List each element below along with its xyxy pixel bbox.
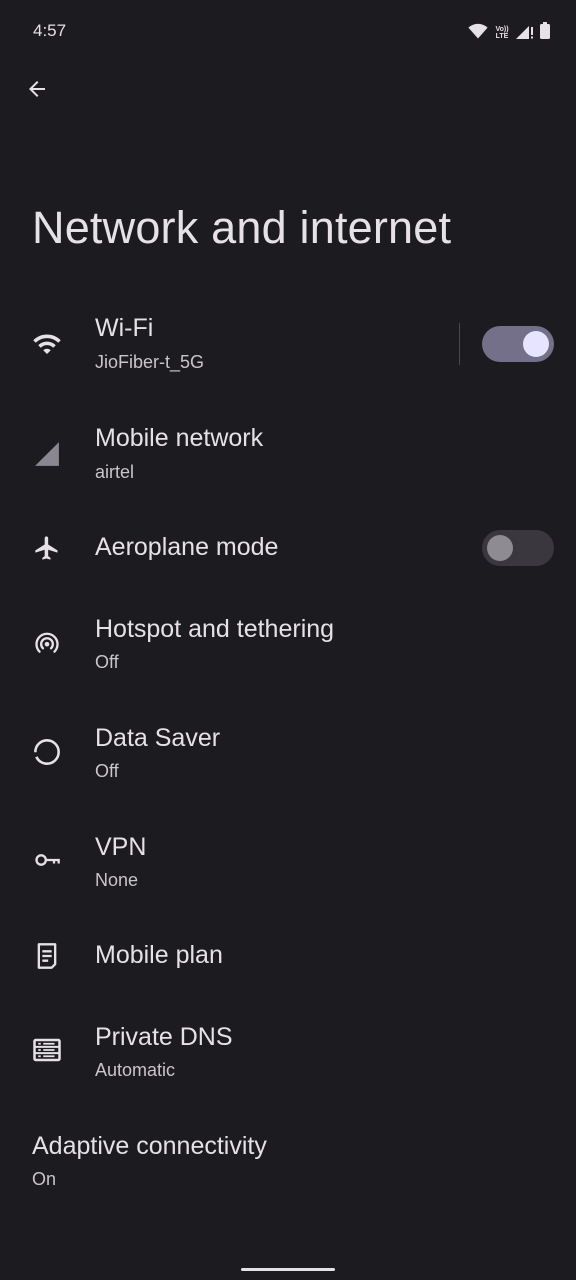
wifi-toggle[interactable] [482, 326, 554, 362]
mobile-plan-title: Mobile plan [95, 941, 223, 969]
volte-bottom-label: LTE [495, 33, 509, 40]
wifi-title: Wi-Fi [95, 314, 154, 342]
adaptive-connectivity-subtitle: On [32, 1169, 57, 1189]
mobile-network-item[interactable]: Mobile network airtel [0, 404, 576, 504]
settings-screen: 4:57 Vo)) LTE Network and internet Wi-Fi… [0, 0, 576, 1280]
vpn-item[interactable]: VPN None [0, 813, 576, 913]
data-saver-item[interactable]: Data Saver Off [0, 704, 576, 804]
wifi-subtitle: JioFiber-t_5G [95, 352, 205, 372]
gesture-nav-handle[interactable] [241, 1268, 335, 1271]
adaptive-connectivity-item[interactable]: Adaptive connectivity On [0, 1112, 576, 1212]
page-title: Network and internet [32, 202, 452, 253]
battery-icon [540, 22, 550, 44]
adaptive-connectivity-title: Adaptive connectivity [32, 1132, 267, 1160]
volte-top-label: Vo)) [495, 26, 509, 33]
private-dns-title: Private DNS [95, 1023, 233, 1051]
back-button[interactable] [20, 74, 54, 108]
aeroplane-mode-title: Aeroplane mode [95, 533, 279, 561]
cell-signal-status-icon [516, 23, 534, 44]
arrow-left-icon [25, 77, 49, 106]
airplane-icon [30, 531, 64, 565]
mobile-network-title: Mobile network [95, 424, 264, 452]
hotspot-title: Hotspot and tethering [95, 615, 335, 643]
vpn-subtitle: None [95, 870, 139, 890]
status-icons: Vo)) LTE [468, 22, 550, 44]
hotspot-item[interactable]: Hotspot and tethering Off [0, 595, 576, 695]
mobile-plan-item[interactable]: Mobile plan [0, 905, 576, 1005]
mobile-network-subtitle: airtel [95, 462, 135, 482]
hotspot-subtitle: Off [95, 652, 119, 672]
signal-icon [30, 437, 64, 471]
status-bar: 4:57 Vo)) LTE [0, 0, 576, 64]
vpn-title: VPN [95, 833, 147, 861]
key-icon [30, 843, 64, 877]
data-saver-icon [30, 735, 64, 769]
receipt-icon [30, 939, 64, 973]
private-dns-subtitle: Automatic [95, 1060, 176, 1080]
aeroplane-toggle-thumb [487, 535, 513, 561]
volte-icon: Vo)) LTE [494, 26, 510, 40]
hotspot-icon [30, 626, 64, 660]
data-saver-subtitle: Off [95, 761, 119, 781]
wifi-status-icon [468, 23, 488, 44]
wifi-icon [30, 327, 64, 361]
wifi-divider [459, 323, 460, 365]
aeroplane-mode-item[interactable]: Aeroplane mode [0, 498, 576, 598]
wifi-toggle-thumb [523, 331, 549, 357]
data-saver-title: Data Saver [95, 724, 221, 752]
wifi-item[interactable]: Wi-Fi JioFiber-t_5G [0, 294, 576, 394]
status-time: 4:57 [33, 21, 67, 40]
dns-icon [30, 1033, 64, 1067]
private-dns-item[interactable]: Private DNS Automatic [0, 1003, 576, 1103]
aeroplane-mode-toggle[interactable] [482, 530, 554, 566]
